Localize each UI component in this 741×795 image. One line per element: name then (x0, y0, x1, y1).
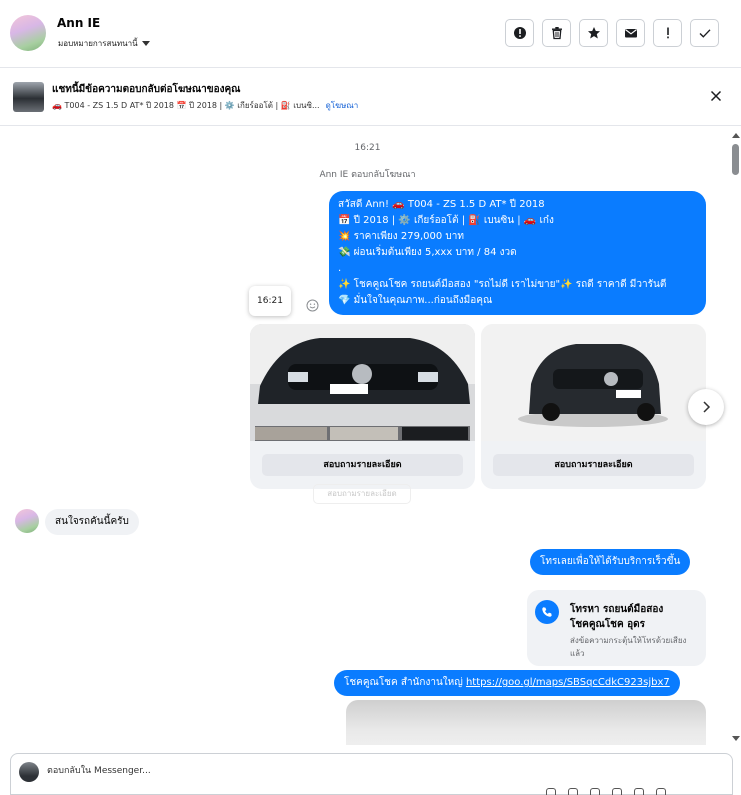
star-button[interactable] (579, 19, 608, 47)
ad-banner-subtitle-text: 🚗 T004 - ZS 1.5 D AT* ปี 2018 📅 ปี 2018 … (52, 101, 320, 110)
ad-reply-notice: Ann IE ตอบกลับโฆษณา (319, 170, 416, 180)
gif-icon[interactable] (590, 788, 600, 795)
alert-circle-icon (513, 27, 526, 39)
map-message-text: โชคคูณโชค สำนักงานใหญ่ (344, 677, 466, 688)
message-thread[interactable]: 16:21 Ann IE ตอบกลับโฆษณา สวัสดี Ann! 🚗 … (0, 127, 741, 745)
exclamation-icon (666, 27, 669, 39)
caret-down-icon (141, 41, 150, 46)
car-photo (481, 324, 706, 441)
ad-message-line: ✨ โชคคูณโชค รถยนต์มือสอง "รถไม่ดี เราไม่… (338, 279, 667, 290)
carousel-next-button[interactable] (688, 389, 724, 425)
emoji-icon[interactable] (612, 788, 622, 795)
incoming-message[interactable]: สนใจรถคันนี้ครับ (45, 509, 139, 535)
like-icon[interactable] (656, 788, 666, 795)
mark-spam-button[interactable] (505, 19, 534, 47)
inquire-details-button[interactable]: สอบถามรายละเอียด (262, 454, 463, 476)
emoji-react-icon[interactable] (306, 299, 319, 312)
ad-message-line: 💎 มั่นใจในคุณภาพ...ก่อนถึงมือคุณ (338, 295, 493, 306)
scroll-down-arrow-icon[interactable] (732, 736, 740, 741)
ad-message-line: สวัสดี Ann! 🚗 T004 - ZS 1.5 D AT* ปี 201… (338, 199, 545, 210)
star-icon (587, 27, 600, 39)
map-message[interactable]: โชคคูณโชค สำนักงานใหญ่ https://goo.gl/ma… (334, 670, 680, 696)
envelope-icon (624, 29, 637, 38)
ad-message-bubble[interactable]: สวัสดี Ann! 🚗 T004 - ZS 1.5 D AT* ปี 201… (329, 191, 706, 315)
view-ad-link[interactable]: ดูโฆษณา (326, 101, 359, 110)
page-avatar (19, 762, 39, 782)
product-card[interactable]: สอบถามรายละเอียด (481, 324, 706, 489)
call-card-title-line: โทรหา รถยนต์มือสอง (570, 604, 664, 615)
close-icon[interactable] (710, 90, 722, 102)
ad-reply-banner: แชทนี้มีข้อความตอบกลับต่อโฆษณาของคุณ 🚗 T… (0, 68, 741, 126)
conversation-toolbar (505, 19, 719, 47)
saved-reply-icon[interactable] (634, 788, 644, 795)
mark-done-button[interactable] (690, 19, 719, 47)
ad-message-line: 💸 ผ่อนเริ่มต้นเพียง 5,xxx บาท / 84 งวด (338, 247, 517, 258)
check-icon (699, 29, 711, 38)
ad-thumbnail[interactable] (13, 82, 44, 112)
ad-message-line: 💥 ราคาเพียง 279,000 บาท (338, 231, 464, 242)
scroll-thumb[interactable] (732, 144, 739, 175)
sticker-icon[interactable] (568, 788, 578, 795)
call-card-title: โทรหา รถยนต์มือสอง โชคคูณโชค อุดร (570, 602, 663, 632)
reply-composer (10, 753, 733, 795)
contact-avatar-small[interactable] (15, 509, 39, 533)
product-card[interactable]: สอบถามรายละเอียด (250, 324, 475, 489)
ad-message-line: . (338, 263, 342, 274)
phone-icon (535, 600, 559, 624)
conversation-header: Ann IE มอบหมายการสนทนานี้ (0, 0, 741, 68)
assign-label: มอบหมายการสนทนานี้ (58, 39, 138, 48)
mark-unread-button[interactable] (616, 19, 645, 47)
attach-icon[interactable] (546, 788, 556, 795)
reply-input[interactable] (47, 760, 447, 782)
ad-message-line: 📅 ปี 2018 | ⚙️ เกียร์ออโต้ | ⛽ เบนซิน | … (338, 215, 554, 226)
call-card-title-line: โชคคูณโชค อุดร (570, 619, 646, 630)
trash-icon (551, 27, 562, 40)
message-timestamp: 16:21 (354, 143, 381, 153)
ad-banner-title: แชทนี้มีข้อความตอบกลับต่อโฆษณาของคุณ (52, 84, 241, 95)
time-tooltip: 16:21 (249, 286, 291, 316)
call-prompt-message[interactable]: โทรเลยเพื่อให้ได้รับบริการเร็วขึ้น (530, 549, 691, 575)
inquire-details-ghost-button[interactable]: สอบถามรายละเอียด (313, 484, 411, 504)
delete-button[interactable] (542, 19, 571, 47)
messenger-conversation: Ann IE มอบหมายการสนทนานี้ แชทนี้มีข้อควา… (0, 0, 741, 795)
follow-up-button[interactable] (653, 19, 682, 47)
call-request-card[interactable]: โทรหา รถยนต์มือสอง โชคคูณโชค อุดร ส่งข้อ… (527, 590, 706, 666)
contact-name[interactable]: Ann IE (57, 16, 100, 30)
assign-conversation-dropdown[interactable]: มอบหมายการสนทนานี้ (58, 37, 150, 50)
ad-banner-subtitle: 🚗 T004 - ZS 1.5 D AT* ปี 2018 📅 ปี 2018 … (52, 99, 358, 112)
chevron-right-icon (703, 401, 711, 413)
call-card-subtitle: ส่งข้อความกระตุ้นให้โทรด้วยเสียงแล้ว (570, 636, 687, 658)
scroll-up-arrow-icon[interactable] (732, 133, 740, 138)
inquire-details-button[interactable]: สอบถามรายละเอียด (493, 454, 694, 476)
attached-photo[interactable] (346, 700, 706, 745)
composer-tools (546, 788, 666, 795)
car-photo (250, 324, 475, 441)
map-link[interactable]: https://goo.gl/maps/SBSqcCdkC923sjbx7 (466, 677, 670, 688)
thread-scrollbar[interactable] (729, 127, 741, 745)
contact-avatar[interactable] (10, 15, 46, 51)
